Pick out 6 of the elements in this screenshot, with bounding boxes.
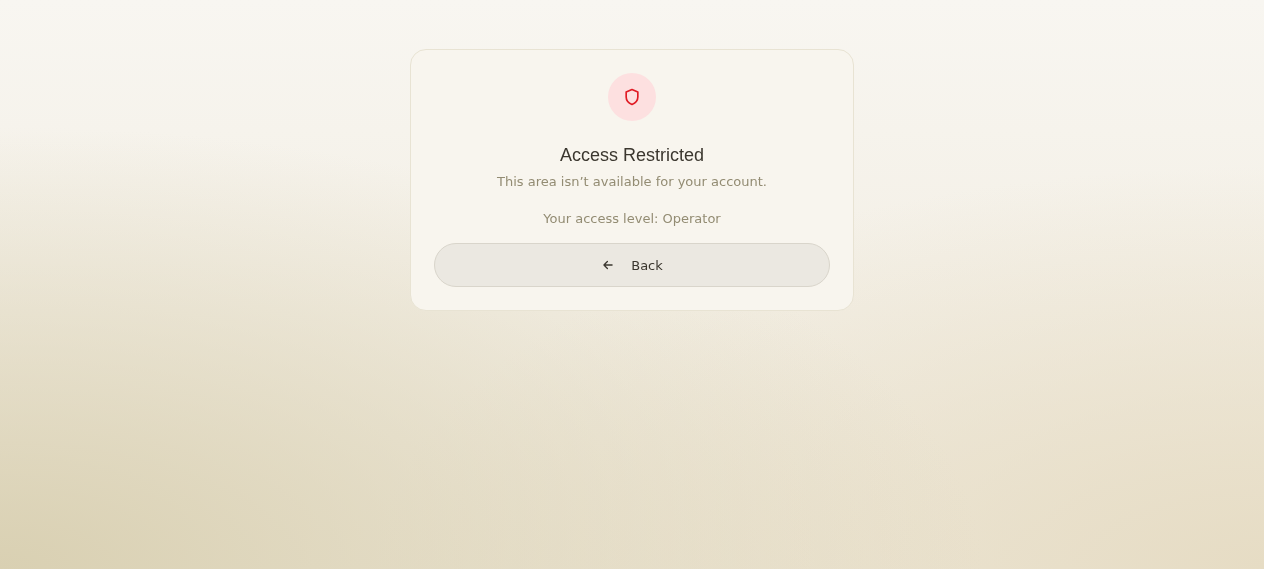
card-title: Access Restricted	[559, 145, 704, 166]
back-button[interactable]: Back	[434, 243, 830, 287]
access-level-text: Your access level: Operator	[543, 211, 721, 226]
restriction-message: This area isn’t available for your account.	[497, 174, 767, 189]
back-arrow-icon	[601, 258, 616, 272]
shield-icon	[622, 86, 642, 108]
